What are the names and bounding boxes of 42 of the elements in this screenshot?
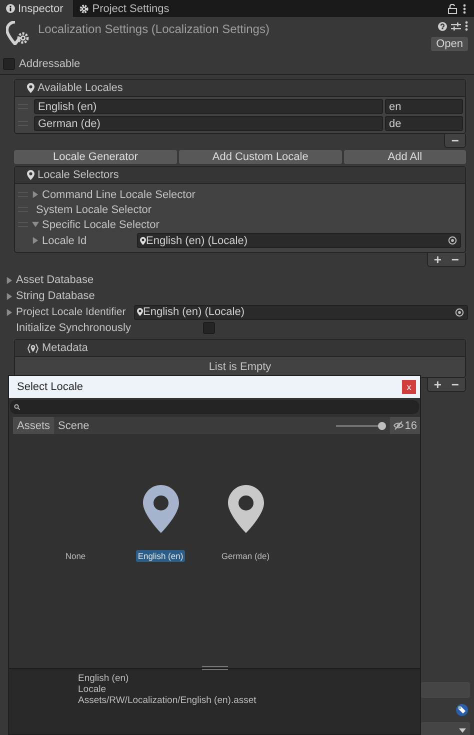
locale-action-button[interactable]: Add Custom Locale [178,150,342,164]
asset-item-label[interactable]: English (en) [136,550,186,562]
list-footer-button[interactable]: + [430,254,444,266]
addressable-label: Addressable [19,58,80,70]
field-foldout[interactable]: Project Locale Identifier [6,306,134,318]
asset-item-label[interactable]: German (de) [219,550,272,562]
asset-item-label[interactable]: None [63,550,88,562]
panel-title: Available Locales [38,82,123,94]
selector-foldout[interactable]: Specific Locale Selector [32,218,160,230]
open-button[interactable]: Open [431,37,468,51]
locale-action-button[interactable]: Add All [344,150,466,164]
locale-code-field[interactable]: de [385,116,463,131]
locale-object-field[interactable]: English (en) (Locale) [134,304,468,320]
locale-action-button[interactable]: Locale Generator [14,150,177,164]
list-footer-button[interactable]: + [430,378,444,390]
hidden-count-button[interactable]: 16 [390,417,420,434]
field-foldout[interactable]: Asset Database [6,274,94,286]
source-tab[interactable]: Scene [54,417,94,434]
panel-title: Locale Selectors [38,169,119,181]
locale-id-foldout[interactable]: Locale Id [32,234,137,246]
window-tab[interactable]: Project Settings [73,0,180,17]
asset-info-text: Assets/RW/Localization/English (en).asset [78,695,258,706]
window-title: Select Locale [17,381,84,393]
locale-name-field[interactable]: English (en) [34,99,383,114]
locale-object-field[interactable]: English (en) (Locale) [137,233,461,248]
close-button[interactable]: x [402,380,416,394]
panel-title: Metadata [42,342,88,354]
list-footer-button[interactable]: − [448,254,462,266]
empty-list-text: List is Empty [208,361,272,373]
field-foldout[interactable]: String Database [6,290,95,302]
locale-name-field[interactable]: German (de) [34,116,383,131]
asset-info-text: English (en) [78,673,130,684]
selector-label: System Locale Selector [35,204,152,216]
selector-foldout[interactable]: Command Line Locale Selector [32,188,196,200]
asset-info-text: Locale [78,684,107,695]
window-tab[interactable]: Inspector [0,0,74,17]
field-label: Initialize Synchronously [15,322,132,334]
locale-code-field[interactable]: en [385,99,463,114]
source-tab[interactable]: Assets [13,417,54,434]
list-footer-button[interactable]: − [448,134,462,146]
list-footer-button[interactable]: − [448,378,462,390]
asset-title: Localization Settings (Localization Settings) [38,22,270,38]
